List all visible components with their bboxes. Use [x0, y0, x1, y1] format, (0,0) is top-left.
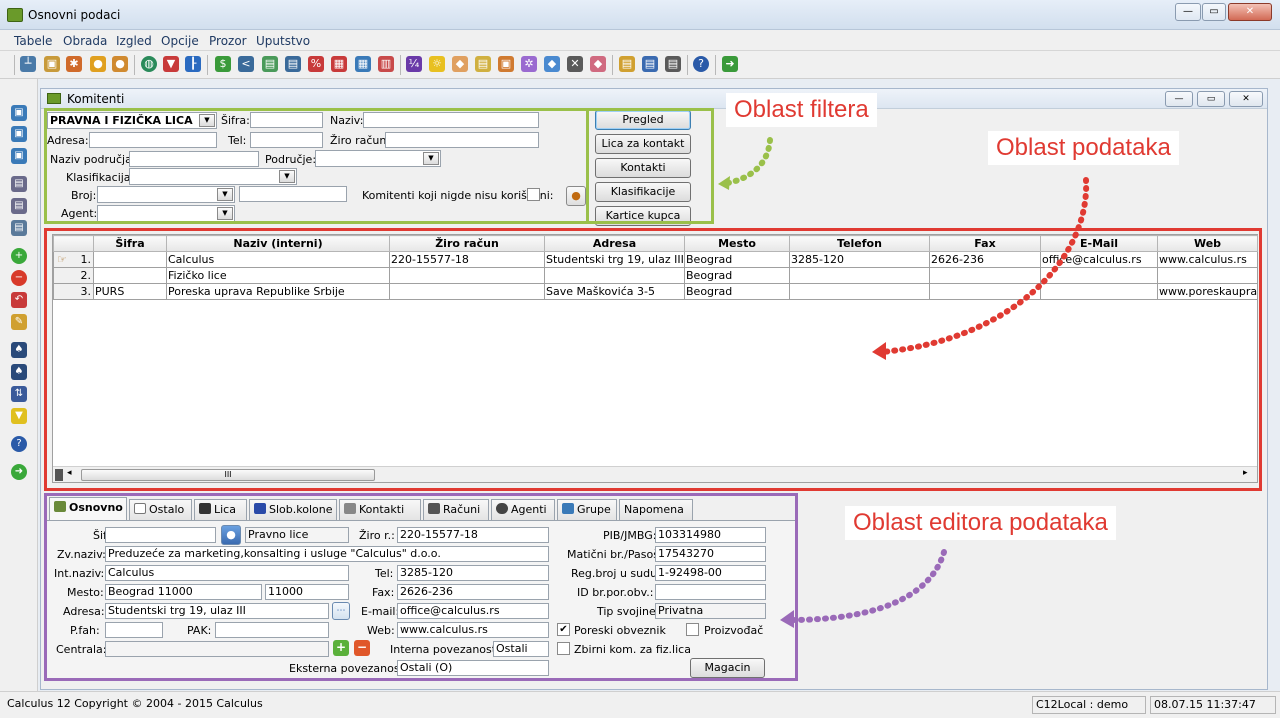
data-arrow — [879, 177, 1090, 355]
data-arrowhead — [872, 342, 886, 360]
status-copyright: Calculus 12 Copyright © 2004 - 2015 Calc… — [4, 696, 1030, 714]
filter-arrowhead — [718, 176, 730, 190]
status-database: C12Local : demo — [1032, 696, 1146, 714]
editor-arrow — [787, 549, 947, 623]
status-datetime: 08.07.15 11:37:47 — [1150, 696, 1276, 714]
editor-arrowhead — [780, 610, 794, 628]
status-bar: Calculus 12 Copyright © 2004 - 2015 Calc… — [0, 691, 1280, 718]
callout-arrows — [718, 137, 1090, 628]
